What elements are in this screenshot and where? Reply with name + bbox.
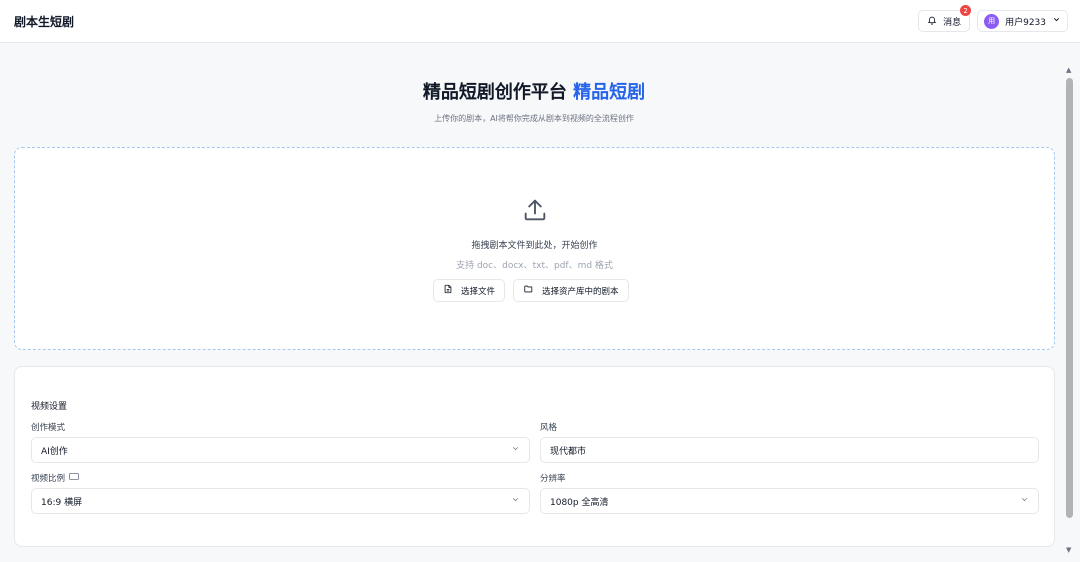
mode-select[interactable]: AI创作 [31,437,530,463]
ratio-label: 视频比例 [31,472,79,484]
upload-instruction: 拖拽剧本文件到此处，开始创作 [471,241,598,251]
chevron-down-icon [511,495,520,507]
upload-format-hint: 支持 doc、docx、txt、pdf、md 格式 [456,261,613,271]
style-label-text: 风格 [540,423,558,433]
upload-actions: 选择文件 选择资产库中的剧本 [433,279,629,302]
user-menu-button[interactable]: 用 用户9233 [977,10,1068,32]
ratio-value: 16:9 横屏 [41,497,83,508]
ratio-label-text: 视频比例 [31,474,66,484]
choose-file-label: 选择文件 [461,286,496,297]
screen-ratio-icon [69,473,79,483]
top-header: 剧本生短剧 消息 2 用 用户9233 [0,0,1080,43]
scroll-thumb[interactable] [1066,78,1073,518]
avatar: 用 [984,13,1000,29]
folder-icon [523,284,534,297]
messages-button[interactable]: 消息 2 [918,5,972,32]
resolution-value: 1080p 全高清 [550,497,609,508]
mode-label: 创作模式 [31,421,65,433]
choose-asset-script-button[interactable]: 选择资产库中的剧本 [513,279,629,302]
page-scrollbar[interactable]: ▲ ▼ [1065,66,1074,554]
style-label: 风格 [540,421,557,433]
upload-dropzone[interactable]: 拖拽剧本文件到此处，开始创作 支持 doc、docx、txt、pdf、md 格式… [14,147,1055,350]
mode-label-text: 创作模式 [31,423,66,433]
brand-title[interactable]: 剧本生短剧 [14,13,74,30]
scroll-down-arrow-icon[interactable]: ▼ [1066,546,1071,554]
upload-icon [521,196,549,224]
chevron-down-icon [1020,495,1029,507]
video-settings-title: 视频设置 [31,402,68,412]
bell-icon [927,15,937,28]
choose-asset-label: 选择资产库中的剧本 [542,286,619,297]
page-title: 精品短剧创作平台 精品短剧 [0,78,1068,104]
mode-value: AI创作 [41,446,68,457]
choose-file-button[interactable]: 选择文件 [433,279,506,302]
resolution-label: 分辨率 [540,472,566,484]
messages-label: 消息 [943,17,962,28]
chevron-down-icon [1052,15,1061,27]
file-icon [443,284,453,297]
page-subtitle: 上传你的剧本，AI将帮你完成从剧本到视频的全流程创作 [434,114,634,123]
resolution-select[interactable]: 1080p 全高清 [540,488,1039,514]
chevron-down-icon [511,444,520,456]
video-settings-card: 视频设置 创作模式 AI创作 风格 现代都市 视频比例 16:9 横屏 分辨率 … [14,366,1055,547]
ratio-select[interactable]: 16:9 横屏 [31,488,530,514]
style-value: 现代都市 [550,446,587,457]
resolution-label-text: 分辨率 [540,474,566,484]
page-title-accent: 精品短剧 [573,82,646,103]
messages-badge: 2 [960,5,972,16]
scroll-up-arrow-icon[interactable]: ▲ [1066,66,1071,74]
header-actions: 消息 2 用 用户9233 [918,5,1068,32]
style-input[interactable]: 现代都市 [540,437,1039,463]
page-title-main: 精品短剧创作平台 [422,82,567,103]
username: 用户9233 [1005,17,1046,28]
